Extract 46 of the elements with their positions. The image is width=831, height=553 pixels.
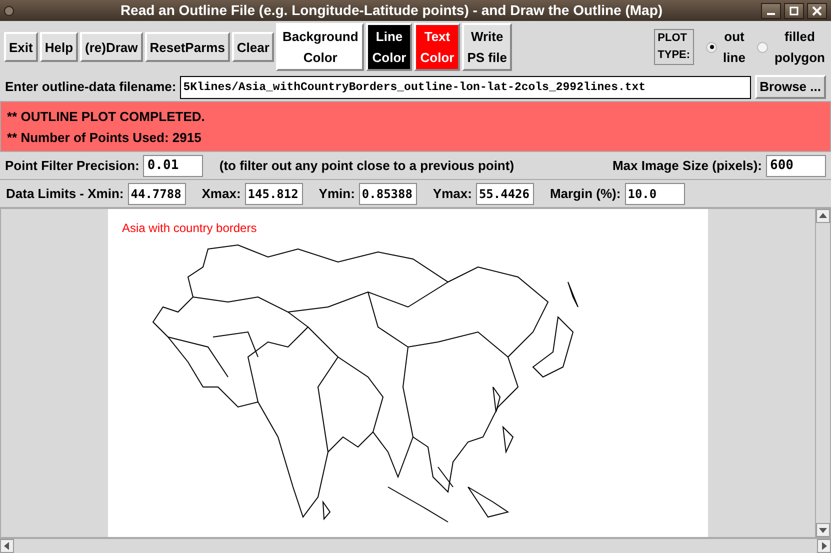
map-title: Asia with country borders [122,220,257,237]
scroll-down-icon[interactable] [816,523,830,537]
field-label: Ymax: [432,184,472,203]
scroll-right-icon[interactable] [817,539,831,553]
window-title: Read an Outline File (e.g. Longitude-Latitude points) - and Draw the Outline (Map) [119,1,664,20]
toolbar-button[interactable]: Text Color [414,23,460,71]
radio-button[interactable] [706,42,718,52]
input-field[interactable]: 55.4426 [476,182,534,204]
browse-button[interactable]: Browse ... [754,75,826,99]
plot-type-label: PLOT TYPE: [654,29,694,65]
input-field[interactable]: 44.7788 [128,182,186,204]
hint-text: (to filter out any point close to a previous point) [219,156,514,175]
input-field[interactable]: 10.0 [624,182,685,204]
field-label: Point Filter Precision: [5,156,140,175]
toolbar-button[interactable]: Line Color [366,23,412,71]
toolbar-button[interactable]: Write PS file [462,23,512,71]
horizontal-scrollbar[interactable] [0,538,831,553]
toolbar-button[interactable]: Exit [4,32,38,62]
field-label: Enter outline-data filename: [5,78,176,96]
field-label: Xmax: [202,184,241,203]
close-icon[interactable] [807,2,827,18]
maximize-icon[interactable] [784,2,804,18]
input-field[interactable]: 0.85388 [358,182,417,204]
window-menu-icon[interactable] [4,6,14,16]
input-field[interactable]: 0.01 [143,154,204,176]
toolbar-button[interactable]: Help [40,32,78,62]
input-field[interactable]: 145.812 [244,182,303,204]
radio-label: out line [723,28,746,67]
field-label: Margin (%): [550,184,621,203]
scroll-left-icon[interactable] [0,539,14,553]
scroll-up-icon[interactable] [816,209,830,223]
radio-label: filled polygon [774,28,825,67]
input-field[interactable]: 600 [766,154,826,176]
input-field[interactable]: 5Klines/Asia_withCountryBorders_outline-lon-lat-2cols_2992lines.txt [180,76,751,98]
field-label: Ymin: [318,184,355,203]
radio-button[interactable] [757,42,768,52]
toolbar-button[interactable]: (re)Draw [80,32,143,62]
toolbar-button[interactable]: ResetParms [144,32,230,62]
field-label: Data Limits - Xmin: [6,184,124,203]
toolbar-button[interactable]: Clear [232,32,274,62]
status-text: ** OUTLINE PLOT COMPLETED. [7,108,206,126]
vertical-scrollbar[interactable] [815,209,830,537]
toolbar-button[interactable]: Background Color [276,23,364,71]
field-label: Max Image Size (pixels): [612,156,762,175]
minimize-icon[interactable] [761,2,781,18]
status-text: ** Number of Points Used: 2915 [7,128,202,146]
